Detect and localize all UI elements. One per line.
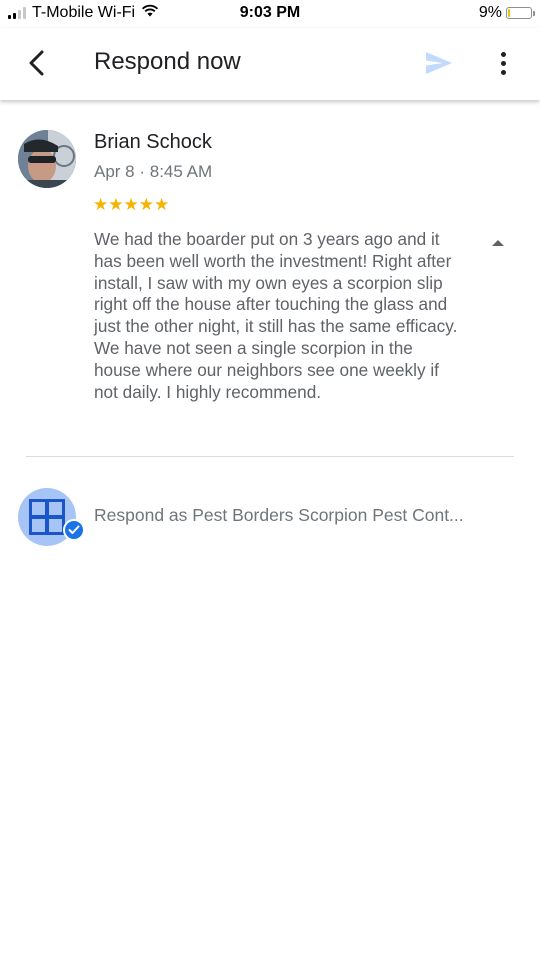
- back-button[interactable]: [22, 48, 52, 78]
- verified-check-icon: [63, 519, 85, 541]
- battery-percent: 9%: [478, 4, 502, 21]
- reviewer-avatar: [18, 130, 76, 188]
- more-vert-icon: [500, 51, 506, 57]
- collapse-arrow-icon: [492, 240, 504, 246]
- collapse-review-button[interactable]: [489, 236, 507, 250]
- divider: [26, 456, 514, 457]
- more-options-button[interactable]: [492, 48, 514, 78]
- star-rating: ★★★★★: [93, 195, 170, 214]
- status-bar: T-Mobile Wi-Fi 9:03 PM 9%: [0, 0, 540, 28]
- review-text: We had the boarder put on 3 years ago an…: [94, 229, 458, 402]
- battery-level-fill: [508, 9, 510, 17]
- reviewer-name: Brian Schock: [94, 131, 212, 153]
- respond-input[interactable]: Respond as Pest Borders Scorpion Pest Co…: [94, 505, 494, 526]
- send-icon: [426, 52, 452, 74]
- send-button[interactable]: [424, 50, 454, 76]
- battery-icon: [506, 7, 535, 19]
- page-title: Respond now: [94, 48, 241, 75]
- status-bar-time: 9:03 PM: [239, 4, 301, 21]
- back-arrow-icon: [29, 50, 44, 76]
- status-bar-right: 9%: [478, 4, 535, 22]
- app-bar: Respond now: [0, 28, 540, 100]
- business-logo-icon: [29, 499, 65, 535]
- review-date: Apr 8 · 8:45 AM: [94, 162, 213, 181]
